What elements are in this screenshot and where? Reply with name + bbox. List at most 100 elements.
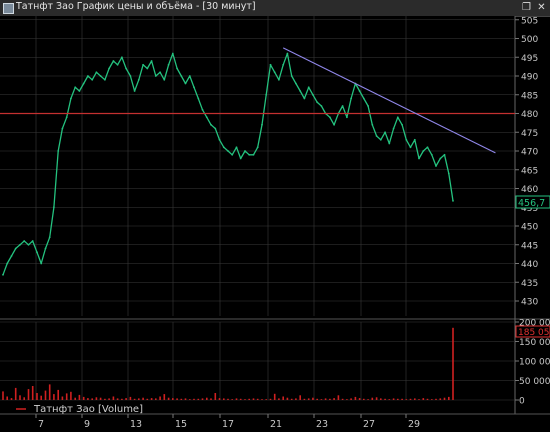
volume-bar [367,399,369,400]
price-point [278,78,280,81]
price-point [222,146,225,149]
price-point [329,116,331,119]
price-point [23,240,26,242]
price-point [48,236,51,239]
volume-bar [392,398,395,400]
price-tick-label: 445 [521,241,538,251]
volume-bar [337,395,340,400]
volume-bar [320,399,323,400]
volume-bar [329,398,331,400]
volume-bar [150,398,153,400]
volume-bar [95,397,98,400]
price-point [333,123,335,126]
price-point [137,78,140,81]
price-point [108,67,110,70]
volume-bar [87,398,89,400]
volume-bar [189,399,191,400]
price-point [146,67,149,70]
volume-bar [214,393,217,400]
volume-bar [227,398,229,400]
volume-bar [172,398,174,400]
volume-bar [405,399,408,400]
volume-bar [252,398,255,400]
volume-bar [53,394,55,400]
price-tick-label: 505 [521,16,538,26]
volume-bar [299,395,301,400]
price-point [256,146,259,149]
price-point [346,116,348,119]
price-tick-label: 475 [521,129,538,139]
price-point [87,75,89,77]
volume-bar [197,398,200,400]
volume-bar [180,398,183,400]
price-point [426,146,429,149]
price-point [78,90,81,92]
price-point [36,251,38,254]
volume-bar [138,398,140,400]
volume-bar [159,396,161,400]
price-point [184,82,187,85]
volume-tick-label: 50 000 [519,377,550,387]
volume-bar [163,394,166,400]
price-point [125,67,127,70]
volume-bar [388,399,391,400]
volume-bar [184,398,187,400]
price-point [439,157,442,160]
volume-bar [125,398,127,400]
price-point [133,90,136,92]
volume-bar [358,398,361,400]
price-point [150,60,153,62]
volume-bar [371,397,374,400]
volume-bar [231,399,233,400]
price-point [252,153,255,156]
volume-bar [341,398,344,400]
volume-bar [23,397,25,400]
price-point [2,273,4,276]
last-volume-label: 185 054 [518,328,550,338]
price-point [358,90,361,92]
price-tick-label: 460 [521,185,538,195]
price-point [231,153,234,156]
volume-bar [439,398,442,400]
volume-bar [155,398,157,400]
date-tick-label: 13 [130,419,142,430]
volume-bar [452,327,454,400]
price-point [129,75,132,77]
volume-bar [48,384,51,400]
price-point [10,255,13,257]
volume-bar [112,396,115,400]
volume-bar [443,397,446,400]
price-point [239,157,242,160]
price-point [65,116,68,119]
price-volume-chart[interactable]: 4304354404454504554604654704754804854904… [0,0,550,432]
volume-bar [265,399,267,400]
date-tick-label: 17 [222,419,234,430]
volume-bar [201,398,204,400]
date-tick-label: 23 [316,419,328,430]
volume-bar [418,399,420,400]
volume-bar [235,398,238,400]
volume-bar [244,399,246,400]
price-point [40,262,43,265]
price-tick-label: 465 [521,166,538,176]
volume-tick-label: 100 000 [519,358,550,368]
price-tick-label: 450 [521,223,538,233]
price-point [167,63,170,66]
volume-bar [261,399,263,400]
volume-bar [363,398,365,400]
date-tick-label: 9 [84,419,90,430]
volume-bar [78,394,81,400]
price-point [74,86,77,89]
volume-bar [384,398,386,400]
volume-bar [278,398,280,400]
volume-bar [290,398,293,400]
price-point [422,150,425,152]
volume-bar [57,389,59,400]
price-point [295,82,297,85]
date-axis-labels: 7 9 13 15 17 21 23 27 29 [35,414,420,430]
volume-bar [133,398,136,400]
price-point [269,63,272,66]
price-point [396,116,399,119]
price-point [188,75,191,77]
price-tick-label: 440 [521,260,538,270]
